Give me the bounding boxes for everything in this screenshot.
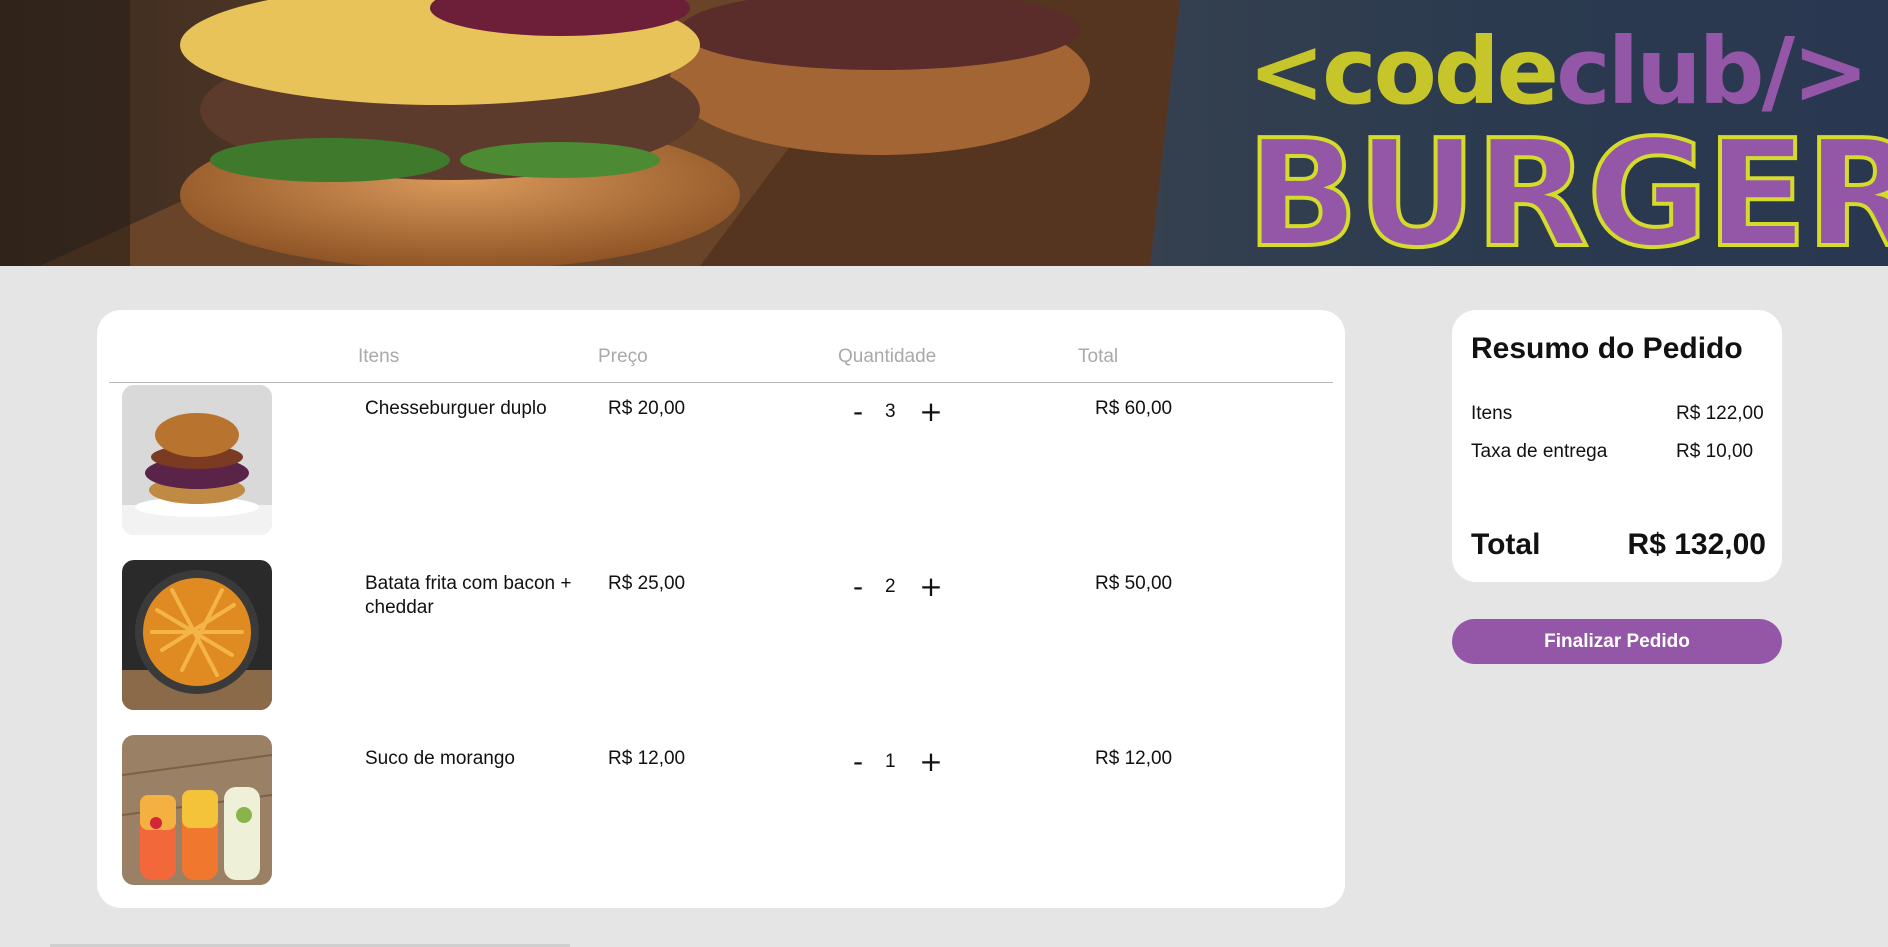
item-total: R$ 60,00 <box>1095 398 1173 419</box>
item-price: R$ 25,00 <box>608 573 686 594</box>
quantity-value: 3 <box>885 401 896 422</box>
increase-button[interactable]: + <box>917 397 945 427</box>
increase-button[interactable]: + <box>917 747 945 777</box>
item-name: Batata frita com bacon + cheddar <box>365 573 572 618</box>
hero-banner: <codeclub/> BURGER <box>0 0 1888 266</box>
quantity-value: 1 <box>885 751 896 772</box>
summary-delivery-label: Taxa de entrega <box>1471 441 1608 462</box>
quantity-stepper: - 2 + <box>847 572 957 602</box>
brand-logo: <codeclub/> <box>1248 26 1869 118</box>
decrease-button[interactable]: - <box>847 397 869 427</box>
item-total: R$ 12,00 <box>1095 748 1173 769</box>
burger-image <box>122 385 272 535</box>
item-name: Suco de morango <box>365 748 515 769</box>
quantity-stepper: - 3 + <box>847 397 957 427</box>
logo-burger-text: BURGER <box>1244 108 1888 266</box>
header-quantity: Quantidade <box>838 346 937 367</box>
cart-header: Itens Preço Quantidade Total <box>109 334 1333 383</box>
summary-delivery-value: R$ 10,00 <box>1676 441 1754 462</box>
table-row: Batata frita com bacon + cheddar R$ 25,0… <box>97 560 1345 710</box>
item-price: R$ 20,00 <box>608 398 686 419</box>
finish-order-button[interactable]: Finalizar Pedido <box>1452 619 1782 664</box>
table-row: Suco de morango R$ 12,00 - 1 + R$ 12,00 <box>97 735 1345 885</box>
item-name: Chesseburguer duplo <box>365 398 547 419</box>
increase-button[interactable]: + <box>917 572 945 602</box>
summary-items-value: R$ 122,00 <box>1676 403 1764 424</box>
summary-total-label: Total <box>1471 528 1541 561</box>
cart-table: Itens Preço Quantidade Total Chesseburgu… <box>97 310 1345 908</box>
fries-image <box>122 560 272 710</box>
summary-items-label: Itens <box>1471 403 1513 424</box>
quantity-value: 2 <box>885 576 896 597</box>
juice-image <box>122 735 272 885</box>
decrease-button[interactable]: - <box>847 572 869 602</box>
quantity-stepper: - 1 + <box>847 747 957 777</box>
header-price: Preço <box>598 346 648 367</box>
order-summary: Resumo do Pedido Itens R$ 122,00 Taxa de… <box>1452 310 1782 582</box>
decrease-button[interactable]: - <box>847 747 869 777</box>
table-row: Chesseburguer duplo R$ 20,00 - 3 + R$ 60… <box>97 385 1345 535</box>
summary-title: Resumo do Pedido <box>1471 332 1743 365</box>
header-items: Itens <box>358 346 400 367</box>
summary-total-value: R$ 132,00 <box>1627 528 1766 561</box>
header-total: Total <box>1078 346 1119 367</box>
item-price: R$ 12,00 <box>608 748 686 769</box>
item-total: R$ 50,00 <box>1095 573 1173 594</box>
